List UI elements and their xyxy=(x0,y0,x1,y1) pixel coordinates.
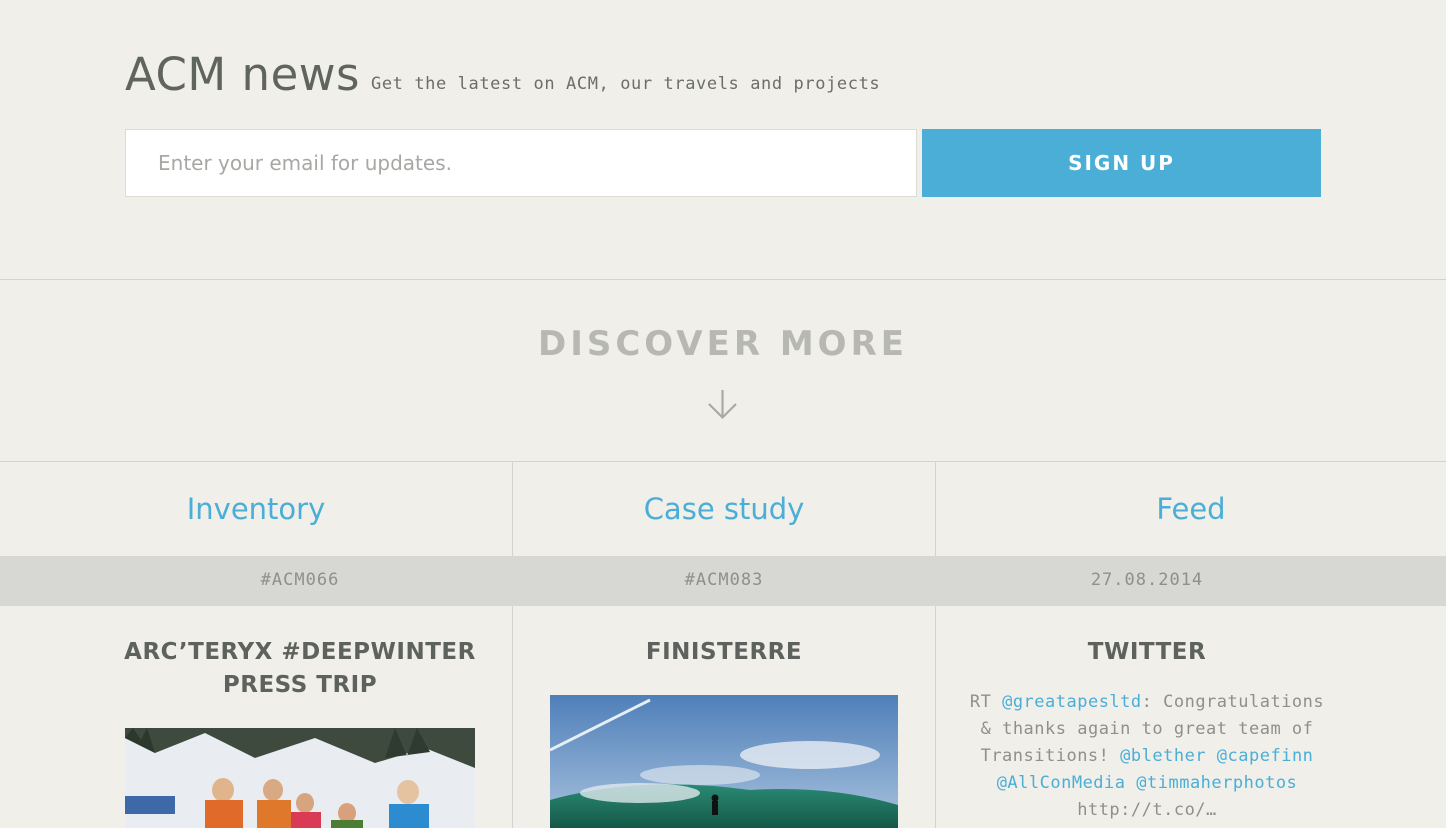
mention-link[interactable]: @blether xyxy=(1120,746,1206,766)
case-study-item-title[interactable]: FINISTERRE xyxy=(513,636,935,669)
email-field[interactable] xyxy=(125,129,917,197)
mention-link[interactable]: @AllConMedia xyxy=(997,773,1126,793)
tab-feed[interactable]: Feed xyxy=(936,462,1446,556)
news-subtitle: Get the latest on ACM, our travels and p… xyxy=(371,74,881,94)
inventory-item-title-line1: ARC’TERYX #DEEPWINTER xyxy=(124,639,476,665)
case-study-tag: #ACM083 xyxy=(684,570,764,590)
inventory-item-title[interactable]: ARC’TERYX #DEEPWINTER PRESS TRIP xyxy=(0,636,600,702)
feed-date: 27.08.2014 xyxy=(1090,570,1204,590)
tab-case-study[interactable]: Case study xyxy=(513,462,935,556)
divider xyxy=(0,279,1446,280)
inventory-photo[interactable] xyxy=(125,728,475,828)
mention-link[interactable]: @greatapesltd xyxy=(1002,692,1142,712)
inventory-item-title-line2: PRESS TRIP xyxy=(222,672,378,698)
arrow-down-icon[interactable] xyxy=(706,388,739,420)
discover-more-heading: DISCOVER MORE xyxy=(537,324,908,364)
sign-up-button[interactable]: SIGN UP xyxy=(922,129,1321,197)
news-title: ACM news xyxy=(125,48,360,101)
mention-link[interactable]: @capefinn xyxy=(1217,746,1314,766)
inventory-tag: #ACM066 xyxy=(260,570,340,590)
news-signup-section: ACM news Get the latest on ACM, our trav… xyxy=(0,0,1446,279)
tweet-prefix: RT xyxy=(969,692,1003,712)
mention-link[interactable]: @timmaherphotos xyxy=(1136,773,1297,793)
tweet-text: RT @greatapesltd: Congratulations & than… xyxy=(960,689,1334,824)
tab-inventory[interactable]: Inventory xyxy=(0,462,512,556)
case-study-photo[interactable] xyxy=(550,695,898,828)
tweet-url[interactable]: http://t.co/… xyxy=(1077,800,1217,820)
feed-item-title: TWITTER xyxy=(1087,639,1207,665)
